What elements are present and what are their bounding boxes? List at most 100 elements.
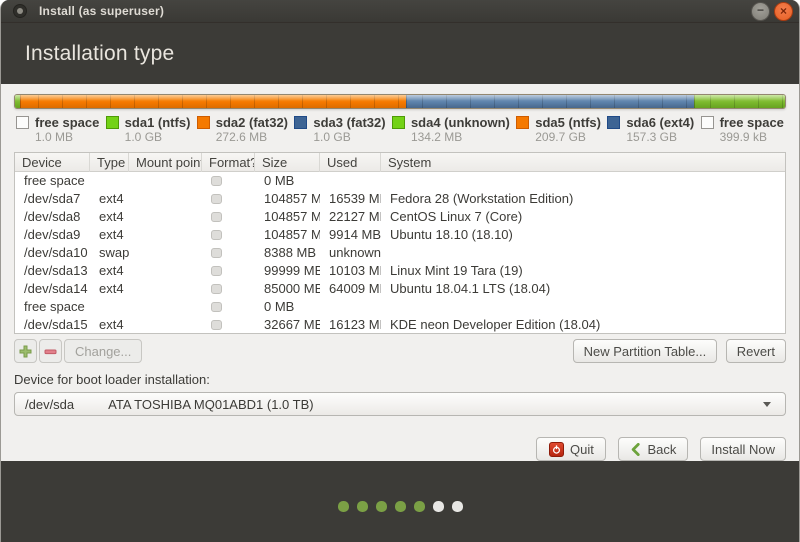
- partition-overview-bar: [14, 94, 786, 109]
- installer-window: Install (as superuser) − × Installation …: [0, 0, 800, 542]
- new-partition-table-button[interactable]: New Partition Table...: [573, 339, 718, 363]
- cell-system: Ubuntu 18.04.1 LTS (18.04): [381, 280, 785, 298]
- cell-size: 32667 MB: [255, 316, 320, 334]
- progress-dot: [395, 501, 406, 512]
- table-row[interactable]: /dev/sda14ext485000 MB64009 MBUbuntu 18.…: [15, 280, 785, 298]
- cell-device: /dev/sda8: [15, 208, 90, 226]
- cell-format: [202, 320, 255, 330]
- legend-item: sda4 (unknown)134.2 MB: [392, 115, 510, 147]
- partition-name: sda1 (ntfs): [125, 115, 191, 130]
- remove-partition-button[interactable]: [39, 339, 62, 363]
- legend-item: sda5 (ntfs)209.7 GB: [516, 115, 601, 147]
- partition-size: 399.9 kB: [720, 130, 784, 145]
- back-button[interactable]: Back: [618, 437, 688, 461]
- legend-item: free space399.9 kB: [701, 115, 784, 147]
- legend-item: sda6 (ext4)157.3 GB: [607, 115, 694, 147]
- progress-dot: [452, 501, 463, 512]
- cell-used: 22127 MB: [320, 208, 381, 226]
- format-checkbox[interactable]: [211, 302, 222, 312]
- format-checkbox[interactable]: [211, 212, 222, 222]
- cell-size: 99999 MB: [255, 262, 320, 280]
- add-partition-button[interactable]: [14, 339, 37, 363]
- partition-name: free space: [35, 115, 99, 130]
- quit-button[interactable]: Quit: [536, 437, 606, 461]
- cell-size: 104857 MB: [255, 208, 320, 226]
- table-row[interactable]: free space0 MB: [15, 298, 785, 316]
- table-row[interactable]: /dev/sda7ext4104857 MB16539 MBFedora 28 …: [15, 190, 785, 208]
- format-checkbox[interactable]: [211, 266, 222, 276]
- format-checkbox[interactable]: [211, 320, 222, 330]
- column-header[interactable]: Size: [255, 153, 320, 172]
- titlebar: Install (as superuser) − ×: [1, 0, 799, 23]
- table-row[interactable]: /dev/sda13ext499999 MB10103 MBLinux Mint…: [15, 262, 785, 280]
- format-checkbox[interactable]: [211, 284, 222, 294]
- column-header[interactable]: Type: [90, 153, 129, 172]
- cell-used: 16123 MB: [320, 316, 381, 334]
- partition-table[interactable]: DeviceTypeMount pointFormat?SizeUsedSyst…: [14, 152, 786, 334]
- format-checkbox[interactable]: [211, 230, 222, 240]
- power-icon: [549, 442, 564, 457]
- bootloader-device-description: ATA TOSHIBA MQ01ABD1 (1.0 TB): [108, 397, 313, 412]
- app-footer: [1, 461, 799, 542]
- partition-segment: [406, 95, 694, 108]
- cell-device: free space: [15, 172, 90, 190]
- cell-format: [202, 284, 255, 294]
- revert-button[interactable]: Revert: [726, 339, 786, 363]
- column-header[interactable]: Used: [320, 153, 381, 172]
- partition-color-swatch: [607, 116, 620, 129]
- table-row[interactable]: /dev/sda10swap8388 MBunknown: [15, 244, 785, 262]
- column-header[interactable]: Format?: [202, 153, 255, 172]
- chevron-down-icon: [763, 402, 771, 407]
- minimize-button[interactable]: −: [751, 2, 770, 21]
- partition-segment: [20, 95, 407, 108]
- partition-color-swatch: [294, 116, 307, 129]
- column-header[interactable]: Device: [15, 153, 90, 172]
- legend-item: sda2 (fat32)272.6 MB: [197, 115, 288, 147]
- cell-type: ext4: [90, 208, 129, 226]
- page-header: Installation type: [1, 23, 799, 84]
- progress-dot: [433, 501, 444, 512]
- cell-used: 16539 MB: [320, 190, 381, 208]
- cell-format: [202, 266, 255, 276]
- install-now-button[interactable]: Install Now: [700, 437, 786, 461]
- cell-size: 104857 MB: [255, 190, 320, 208]
- table-row[interactable]: free space0 MB: [15, 172, 785, 190]
- format-checkbox[interactable]: [211, 176, 222, 186]
- format-checkbox[interactable]: [211, 248, 222, 258]
- cell-system: Ubuntu 18.10 (18.10): [381, 226, 785, 244]
- page-title: Installation type: [25, 42, 174, 66]
- close-button[interactable]: ×: [774, 2, 793, 21]
- format-checkbox[interactable]: [211, 194, 222, 204]
- partition-color-swatch: [701, 116, 714, 129]
- window-menu-icon[interactable]: [13, 4, 27, 18]
- cell-type: ext4: [90, 226, 129, 244]
- table-row[interactable]: /dev/sda8ext4104857 MB22127 MBCentOS Lin…: [15, 208, 785, 226]
- progress-dot: [376, 501, 387, 512]
- partition-actions: Change... New Partition Table... Revert: [14, 339, 786, 363]
- bootloader-label: Device for boot loader installation:: [14, 372, 786, 387]
- cell-device: /dev/sda7: [15, 190, 90, 208]
- plus-icon: [19, 345, 32, 358]
- partition-color-swatch: [106, 116, 119, 129]
- table-row[interactable]: /dev/sda9ext4104857 MB9914 MBUbuntu 18.1…: [15, 226, 785, 244]
- column-header[interactable]: System: [381, 153, 785, 172]
- cell-device: /dev/sda9: [15, 226, 90, 244]
- change-partition-button[interactable]: Change...: [64, 339, 142, 363]
- partition-name: free space: [720, 115, 784, 130]
- bootloader-device: /dev/sda: [25, 397, 74, 412]
- progress-dot: [414, 501, 425, 512]
- cell-used: 9914 MB: [320, 226, 381, 244]
- progress-dots: [338, 501, 463, 512]
- cell-used: unknown: [320, 244, 381, 262]
- progress-dot: [357, 501, 368, 512]
- bootloader-device-select[interactable]: /dev/sda ATA TOSHIBA MQ01ABD1 (1.0 TB): [14, 392, 786, 416]
- minus-icon: [44, 345, 57, 358]
- partition-name: sda6 (ext4): [626, 115, 694, 130]
- partition-size: 157.3 GB: [626, 130, 694, 145]
- cell-device: /dev/sda10: [15, 244, 90, 262]
- cell-size: 85000 MB: [255, 280, 320, 298]
- partition-name: sda5 (ntfs): [535, 115, 601, 130]
- table-row[interactable]: /dev/sda15ext432667 MB16123 MBKDE neon D…: [15, 316, 785, 334]
- cell-format: [202, 176, 255, 186]
- column-header[interactable]: Mount point: [129, 153, 202, 172]
